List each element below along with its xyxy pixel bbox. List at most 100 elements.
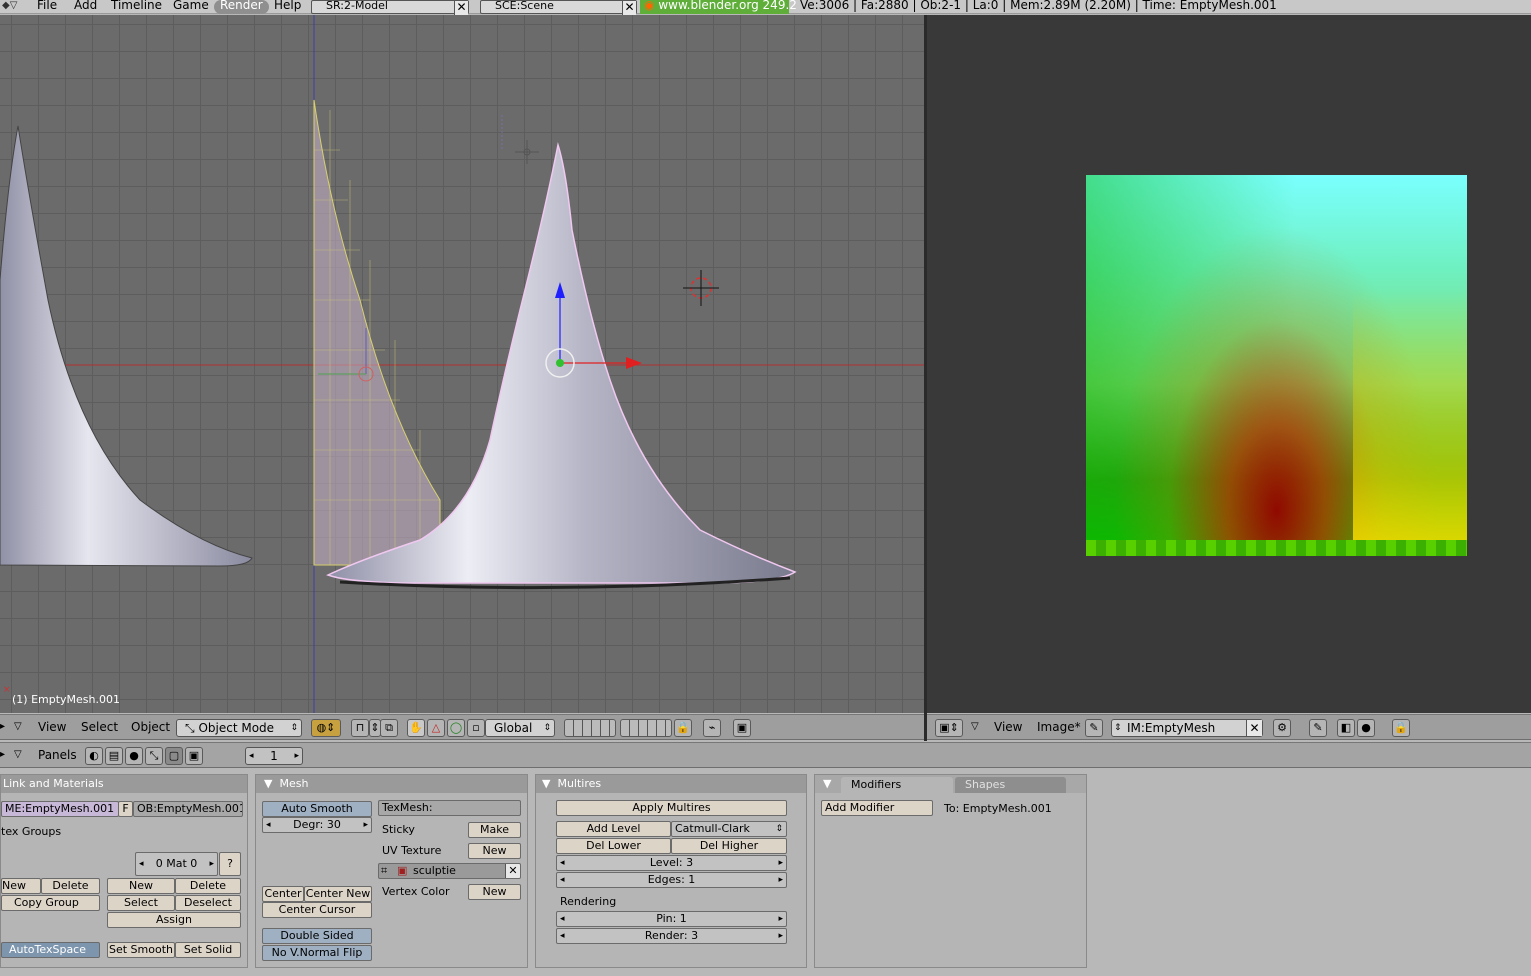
frame-number-field[interactable]: ◂ 1 ▸ (245, 747, 303, 765)
window-type-icon[interactable]: ▸ (0, 719, 5, 737)
script-icon[interactable]: ▤ (105, 747, 123, 765)
auto-smooth-toggle[interactable]: Auto Smooth (262, 801, 372, 817)
blender-url[interactable]: ◉ www.blender.org 249.2 (640, 0, 797, 14)
collapse-arrow-icon[interactable]: ▼ (823, 775, 831, 793)
lock-icon[interactable]: 🔒 (674, 719, 692, 737)
del-higher-button[interactable]: Del Higher (671, 838, 787, 854)
render-level-field[interactable]: ◂ Render: 3 ▸ (556, 928, 787, 944)
menu-game[interactable]: Game (167, 0, 215, 14)
collapse-menu-icon[interactable]: ▽ (14, 719, 22, 737)
apply-multires-button[interactable]: Apply Multires (556, 800, 787, 816)
deselect-material-button[interactable]: Deselect (175, 895, 241, 911)
translate-icon[interactable]: △ (427, 719, 445, 737)
close-icon[interactable]: ✕ (1246, 720, 1262, 736)
close-icon[interactable]: ✕ (622, 1, 636, 15)
uv-texture-new-button[interactable]: New (468, 843, 521, 859)
double-sided-toggle[interactable]: Double Sided (262, 928, 372, 944)
close-icon[interactable]: ✕ (454, 1, 468, 15)
image-selector[interactable]: ⇕ IM:EmptyMesh ✕ (1111, 719, 1263, 737)
orientation-selector[interactable]: Global ⇕ (485, 719, 555, 737)
menu-select[interactable]: Select (81, 719, 118, 737)
window-type-icon[interactable]: ◆▽ (2, 0, 17, 14)
menu-panels[interactable]: Panels (38, 747, 77, 765)
menu-view[interactable]: View (994, 719, 1022, 737)
add-modifier-button[interactable]: Add Modifier (821, 800, 933, 816)
center-new-button[interactable]: Center New (304, 886, 372, 902)
tab-modifiers[interactable]: Modifiers (841, 777, 953, 793)
collapse-menu-icon[interactable]: ▽ (971, 719, 979, 737)
vertex-color-new-button[interactable]: New (468, 884, 521, 900)
lock-icon[interactable]: 🔒 (1392, 719, 1410, 737)
center-cursor-button[interactable]: Center Cursor (262, 902, 372, 918)
menu-add[interactable]: Add (68, 0, 103, 14)
scene-selector[interactable]: SCE:Scene ✕ (480, 0, 637, 15)
object-icon[interactable]: ⤡ (145, 747, 163, 765)
panel-title[interactable]: ▼ Mesh (256, 775, 527, 793)
texmesh-field[interactable]: TexMesh: (378, 800, 521, 816)
3d-viewport[interactable]: × (1) EmptyMesh.001 (0, 15, 925, 713)
set-smooth-button[interactable]: Set Smooth (107, 942, 175, 958)
close-icon[interactable]: ✕ (505, 864, 520, 878)
collapse-menu-icon[interactable]: ▽ (14, 747, 22, 765)
layers-toggle-icon[interactable]: ⧉ (380, 719, 398, 737)
logic-icon[interactable]: ◐ (85, 747, 103, 765)
add-level-button[interactable]: Add Level (556, 821, 671, 837)
panel-title[interactable]: Link and Materials (1, 775, 247, 793)
menu-view[interactable]: View (38, 719, 66, 737)
rotate-icon[interactable]: ◯ (447, 719, 465, 737)
sticky-make-button[interactable]: Make (468, 822, 521, 838)
paint-brush-icon[interactable]: ✎ (1085, 719, 1103, 737)
autotexspace-toggle[interactable]: AutoTexSpace (1, 942, 100, 958)
select-material-button[interactable]: Select (107, 895, 175, 911)
center-button[interactable]: Center (262, 886, 304, 902)
hand-manipulator-icon[interactable]: ✋ (407, 719, 425, 737)
scene-icon[interactable]: ▣ (185, 747, 203, 765)
pivot-icon[interactable]: ⊓ (351, 719, 369, 737)
texture-icon[interactable]: ◧ (1337, 719, 1355, 737)
menu-image[interactable]: Image* (1037, 719, 1081, 737)
dot-icon[interactable]: ● (1357, 719, 1375, 737)
layer-buttons-right[interactable] (620, 719, 672, 737)
no-vnormal-flip-toggle[interactable]: No V.Normal Flip (262, 945, 372, 961)
pin-field[interactable]: ◂ Pin: 1 ▸ (556, 911, 787, 927)
help-button[interactable]: ? (219, 852, 241, 876)
window-type-icon[interactable]: ▸ (0, 747, 5, 765)
screen-selector[interactable]: SR:2-Model ✕ (311, 0, 469, 15)
uv-image-editor[interactable] (927, 15, 1531, 713)
new-material-button[interactable]: New (107, 878, 175, 894)
shading-icon[interactable]: ● (125, 747, 143, 765)
draw-type-selector[interactable]: ◍⇕ (311, 719, 341, 737)
set-solid-button[interactable]: Set Solid (175, 942, 241, 958)
menu-render[interactable]: Render (214, 0, 269, 14)
delete-material-button[interactable]: Delete (175, 878, 241, 894)
render-preview-icon[interactable]: ▣ (733, 719, 751, 737)
panel-title[interactable]: ▼ Multires (536, 775, 806, 793)
assign-material-button[interactable]: Assign (107, 912, 241, 928)
tab-shapes[interactable]: Shapes (955, 777, 1066, 793)
scale-icon[interactable]: ▫ (467, 719, 485, 737)
uv-layer-row[interactable]: ⌗ ▣ sculptie ✕ (378, 863, 521, 879)
level-field[interactable]: ◂ Level: 3 ▸ (556, 855, 787, 871)
subdivision-type-select[interactable]: Catmull-Clark ⇕ (671, 821, 787, 837)
menu-file[interactable]: File (31, 0, 63, 14)
del-lower-button[interactable]: Del Lower (556, 838, 671, 854)
menu-timeline[interactable]: Timeline (105, 0, 168, 14)
degree-field[interactable]: ◂ Degr: 30 ▸ (262, 817, 372, 833)
copy-group-button[interactable]: Copy Group (1, 895, 100, 911)
editing-icon[interactable]: ▢ (165, 747, 183, 765)
edges-field[interactable]: ◂ Edges: 1 ▸ (556, 872, 787, 888)
snap-icon[interactable]: ⌁ (703, 719, 721, 737)
draw-tool-icon[interactable]: ✎ (1309, 719, 1327, 737)
material-index-field[interactable]: ◂ 0 Mat 0 ▸ (135, 852, 218, 876)
menu-object[interactable]: Object (131, 719, 170, 737)
object-name-field[interactable]: OB:EmptyMesh.001 (133, 801, 243, 817)
mesh-name-field[interactable]: ME:EmptyMesh.001 (1, 801, 119, 817)
fake-user-button[interactable]: F (118, 801, 133, 817)
delete-vertex-group-button[interactable]: Delete (41, 878, 100, 894)
menu-help[interactable]: Help (268, 0, 307, 14)
window-type-icon[interactable]: ▣⇕ (935, 719, 963, 737)
layer-buttons-left[interactable] (564, 719, 616, 737)
mode-selector[interactable]: ⤡ Object Mode ⇕ (176, 719, 302, 737)
pack-image-icon[interactable]: ⚙ (1273, 719, 1291, 737)
new-vertex-group-button[interactable]: New (1, 878, 41, 894)
